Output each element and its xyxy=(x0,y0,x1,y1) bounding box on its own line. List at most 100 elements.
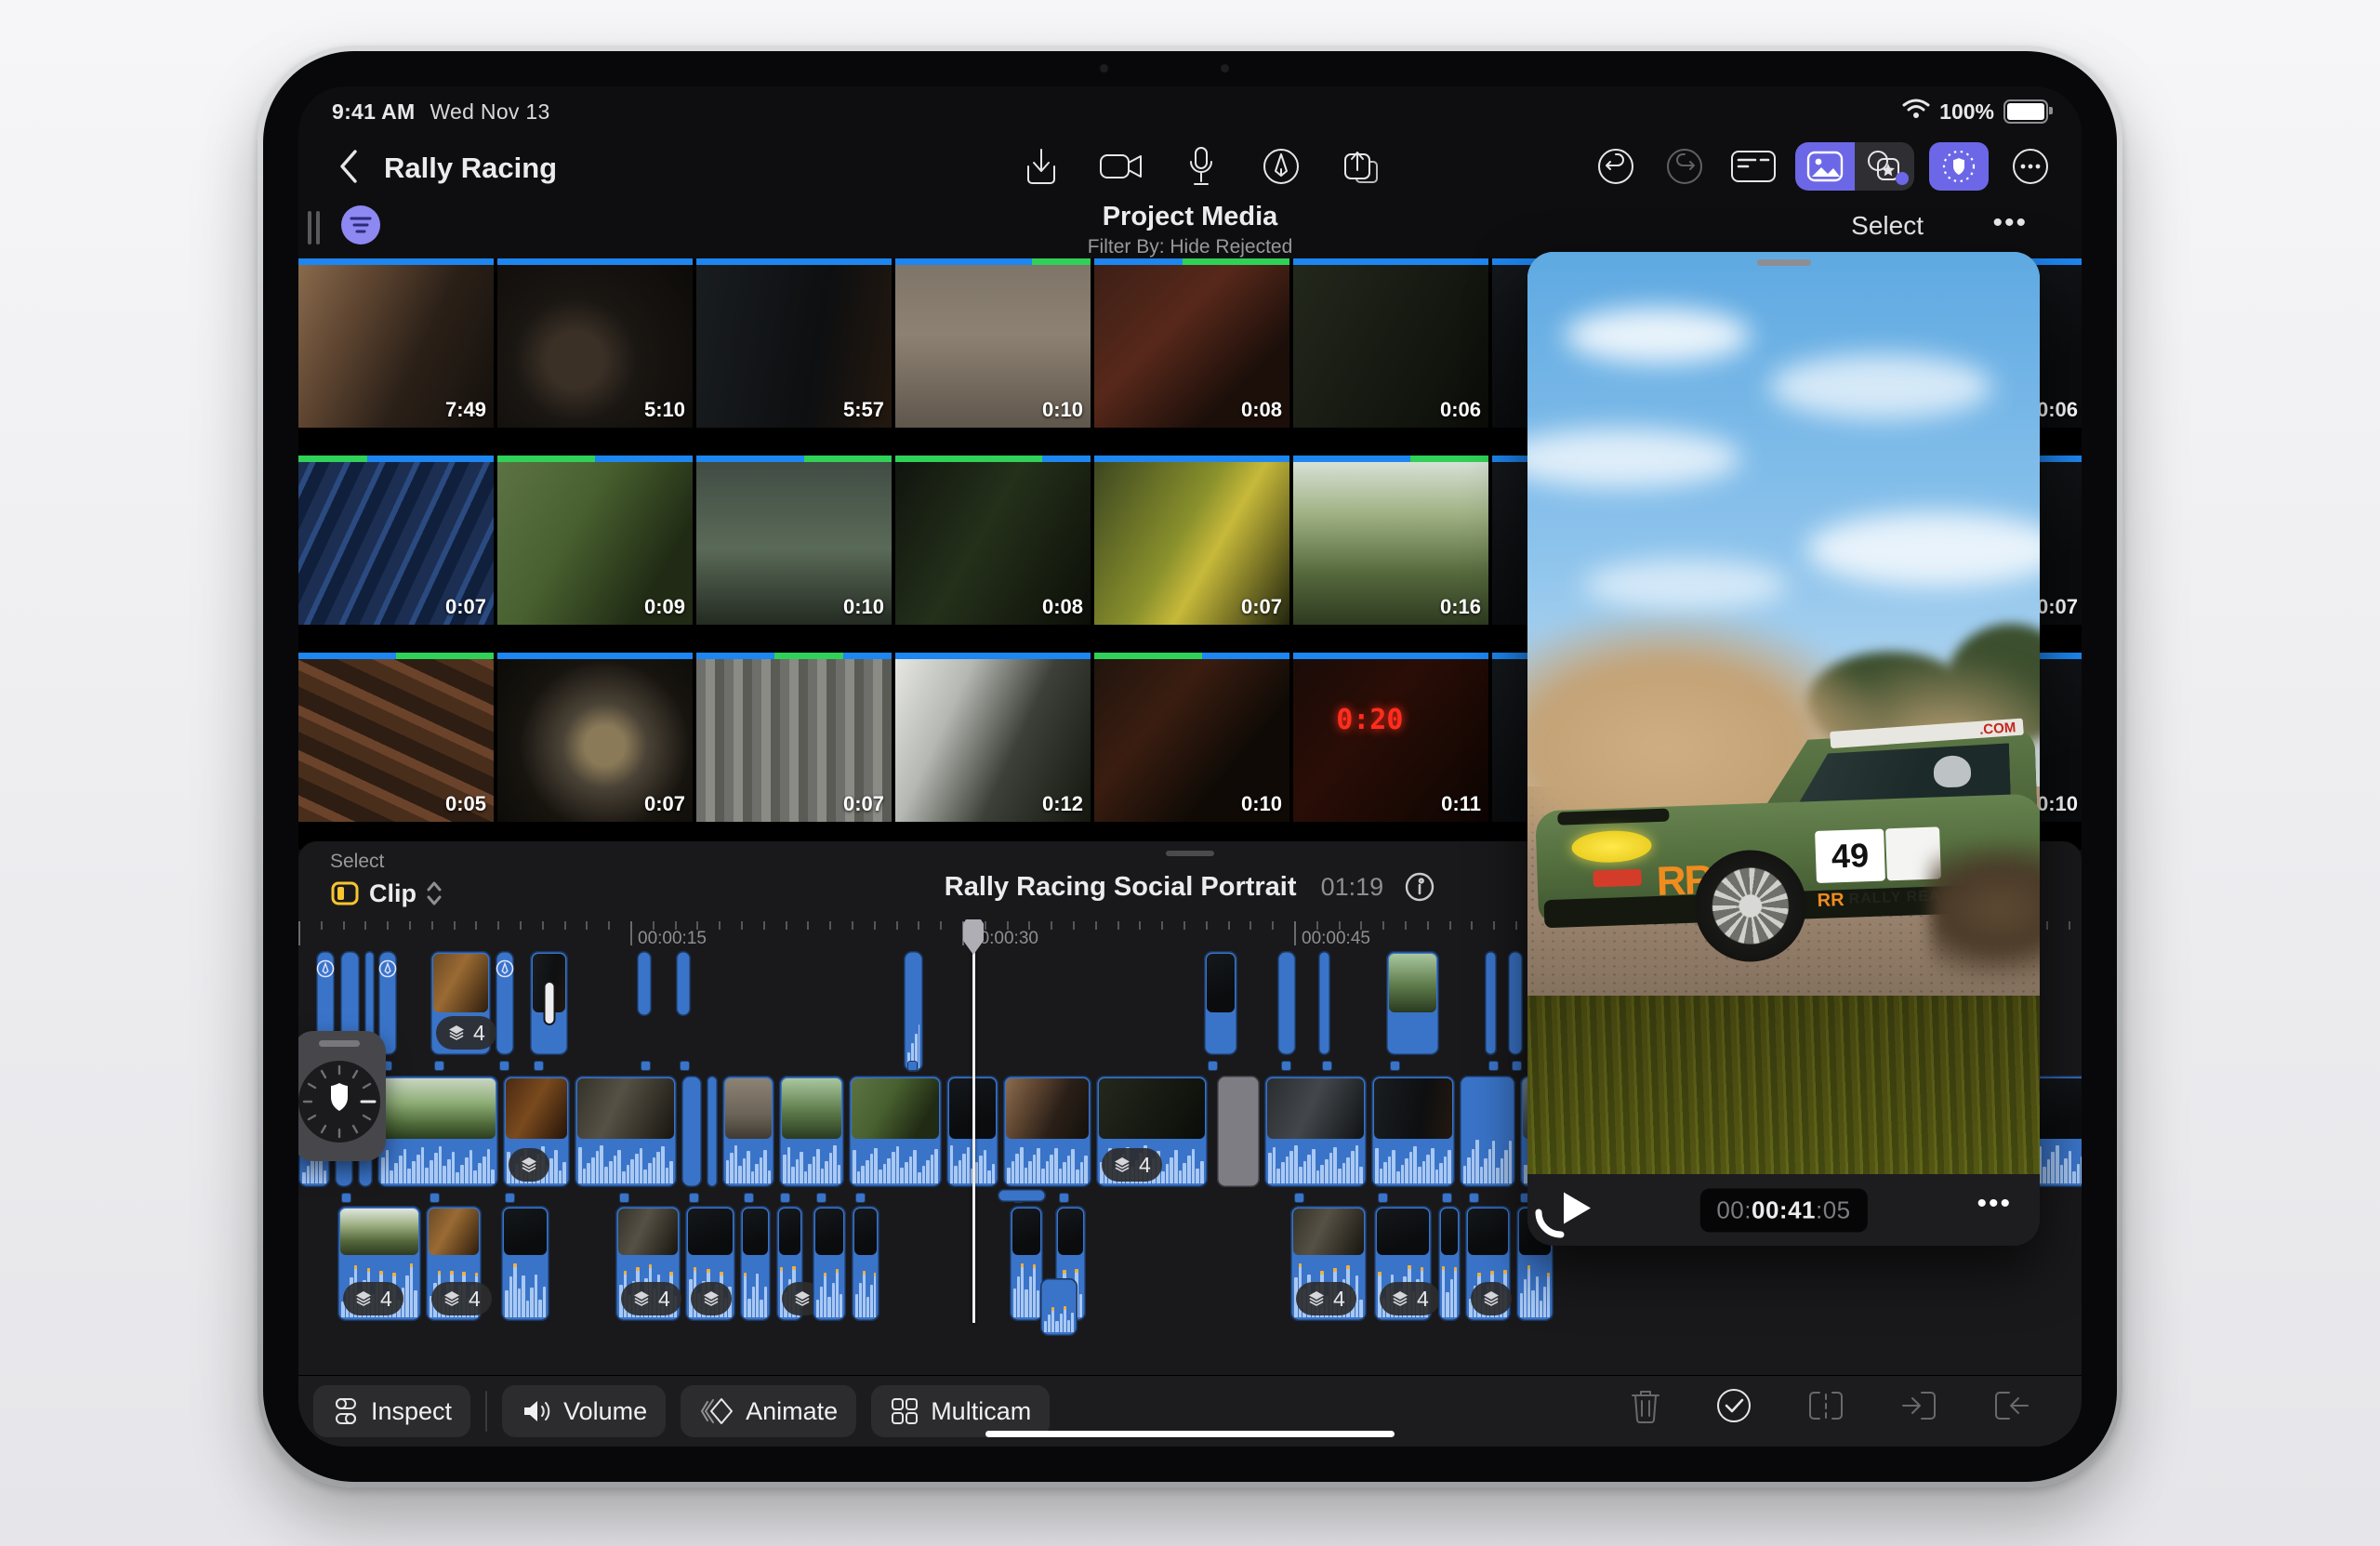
viewer-drag-handle[interactable] xyxy=(1757,259,1811,266)
timeline-audio-clip[interactable] xyxy=(776,1206,803,1321)
timeline-connected-clip[interactable]: 4 xyxy=(430,951,491,1055)
timeline-audio-clip[interactable] xyxy=(813,1206,846,1321)
media-thumb[interactable]: 5:10 xyxy=(497,258,693,428)
timeline-connected-clip[interactable] xyxy=(1508,951,1523,1055)
inspect-button[interactable]: Inspect xyxy=(313,1385,470,1437)
media-thumb[interactable]: 0:10 xyxy=(696,456,892,625)
undo-icon[interactable] xyxy=(1589,142,1643,191)
timeline-main-clip[interactable] xyxy=(1217,1076,1260,1187)
info-icon[interactable] xyxy=(1404,871,1435,903)
media-browser-icon[interactable] xyxy=(1795,142,1855,191)
jog-dial-icon[interactable] xyxy=(298,1053,386,1156)
timecode-display[interactable]: 00:00:41:05 xyxy=(1699,1188,1867,1232)
animate-button[interactable]: Animate xyxy=(681,1385,856,1437)
media-thumb[interactable]: 0:12 xyxy=(895,653,1091,822)
clip-layers-badge[interactable] xyxy=(691,1282,732,1315)
timeline-main-clip[interactable] xyxy=(1371,1076,1455,1187)
clip-layers-badge[interactable]: 4 xyxy=(621,1282,681,1315)
timeline-audio-clip[interactable] xyxy=(852,1206,879,1321)
media-thumb[interactable]: 0:16 xyxy=(1293,456,1488,625)
clip-layers-badge[interactable]: 4 xyxy=(1102,1148,1162,1182)
timeline-main-clip[interactable] xyxy=(503,1076,570,1187)
clip-layers-badge[interactable]: 4 xyxy=(343,1282,403,1315)
titles-browser-icon[interactable] xyxy=(1726,142,1780,191)
timeline-main-clip[interactable] xyxy=(849,1076,942,1187)
media-thumb[interactable]: 0:07 xyxy=(1094,456,1289,625)
share-icon[interactable] xyxy=(1334,142,1388,191)
multicam-button[interactable]: Multicam xyxy=(871,1385,1050,1437)
pencil-icon[interactable] xyxy=(1254,142,1308,191)
timeline-connected-clip[interactable] xyxy=(637,951,652,1016)
media-thumb[interactable]: 0:05 xyxy=(298,653,494,822)
record-audio-icon[interactable] xyxy=(1174,142,1228,191)
media-thumb[interactable]: 0:06 xyxy=(1293,258,1488,428)
clip-layers-badge[interactable] xyxy=(509,1148,549,1182)
clip-layers-badge[interactable]: 4 xyxy=(431,1282,492,1315)
media-thumb[interactable]: 0:08 xyxy=(895,456,1091,625)
media-thumb[interactable]: 0:10 xyxy=(1094,653,1289,822)
viewer-panel[interactable]: .COM RR 49 RR RALLY REA xyxy=(1527,252,2040,1246)
timeline-audio-clip[interactable]: 4 xyxy=(615,1206,681,1321)
timeline-connected-clip[interactable] xyxy=(496,951,514,1055)
timeline-main-clip[interactable] xyxy=(1460,1076,1515,1187)
volume-button[interactable]: Volume xyxy=(502,1385,666,1437)
clip-layers-badge[interactable]: 4 xyxy=(1296,1282,1356,1315)
timeline-connected-clip[interactable] xyxy=(1204,951,1237,1055)
timeline-main-clip[interactable] xyxy=(1003,1076,1091,1187)
import-icon[interactable] xyxy=(1014,142,1068,191)
timeline-pill-clip[interactable] xyxy=(998,1189,1046,1202)
media-thumb[interactable]: 0:07 xyxy=(497,653,693,822)
jog-drag-handle[interactable] xyxy=(319,1040,360,1047)
browser-more-button[interactable]: ••• xyxy=(1992,207,2028,239)
clip-layers-badge[interactable]: 4 xyxy=(436,1016,496,1050)
clip-layers-badge[interactable]: 4 xyxy=(1380,1282,1440,1315)
timeline-audio-clip[interactable]: 4 xyxy=(337,1206,421,1321)
timeline-audio-clip[interactable]: 4 xyxy=(1290,1206,1367,1321)
blade-icon[interactable] xyxy=(1806,1389,1845,1427)
timeline-audio-clip[interactable] xyxy=(501,1206,549,1321)
timeline-audio-clip[interactable] xyxy=(685,1206,735,1321)
timeline-connected-clip[interactable] xyxy=(676,951,691,1016)
timeline-connected-clip[interactable] xyxy=(1318,951,1330,1055)
viewer-more-button[interactable]: ••• xyxy=(1977,1188,2012,1220)
media-thumb[interactable]: 0:200:11 xyxy=(1293,653,1488,822)
check-circle-icon[interactable] xyxy=(1715,1387,1752,1429)
timeline-audio-clip[interactable] xyxy=(740,1206,771,1321)
media-thumb[interactable]: 0:10 xyxy=(895,258,1091,428)
clip-trim-handle[interactable] xyxy=(545,983,553,1024)
timeline-connected-clip[interactable] xyxy=(1485,951,1497,1055)
overwrite-icon[interactable] xyxy=(1992,1389,2031,1427)
timeline-drag-handle[interactable] xyxy=(1166,851,1214,856)
clip-layers-badge[interactable] xyxy=(1471,1282,1512,1315)
timeline-audio-clip[interactable]: 4 xyxy=(1374,1206,1432,1321)
home-indicator[interactable] xyxy=(985,1431,1395,1437)
timeline-main-clip[interactable] xyxy=(722,1076,774,1187)
timeline-main-clip[interactable] xyxy=(377,1076,498,1187)
viewer-resize-handle[interactable] xyxy=(1533,1199,1574,1240)
playhead-line[interactable] xyxy=(972,921,975,1323)
media-thumb[interactable]: 0:07 xyxy=(696,653,892,822)
effects-browser-icon[interactable] xyxy=(1855,142,1914,191)
timeline-audio-clip[interactable] xyxy=(1010,1206,1043,1321)
select-button[interactable]: Select xyxy=(1851,211,1924,241)
timeline-main-clip[interactable] xyxy=(707,1076,718,1187)
timeline-main-clip[interactable] xyxy=(575,1076,677,1187)
jog-wheel[interactable] xyxy=(298,1031,386,1161)
timeline-main-clip[interactable] xyxy=(779,1076,844,1187)
trash-icon[interactable] xyxy=(1630,1388,1661,1428)
timeline-audio-clip[interactable] xyxy=(1465,1206,1511,1321)
timeline-main-clip[interactable]: 4 xyxy=(1096,1076,1208,1187)
timeline-audio-clip[interactable] xyxy=(1438,1206,1461,1321)
timeline-main-clip[interactable] xyxy=(1264,1076,1367,1187)
timeline-audio-clip[interactable]: 4 xyxy=(426,1206,482,1321)
insert-icon[interactable] xyxy=(1899,1389,1938,1427)
timeline-connected-clip[interactable] xyxy=(904,951,923,1072)
media-thumb[interactable]: 0:08 xyxy=(1094,258,1289,428)
timeline-sub-clip[interactable] xyxy=(1040,1278,1078,1336)
media-thumb[interactable]: 5:57 xyxy=(696,258,892,428)
back-button[interactable] xyxy=(326,144,371,189)
media-thumb[interactable]: 0:09 xyxy=(497,456,693,625)
more-icon[interactable] xyxy=(2003,142,2057,191)
redo-icon[interactable] xyxy=(1658,142,1712,191)
timeline-connected-clip[interactable] xyxy=(530,951,568,1055)
